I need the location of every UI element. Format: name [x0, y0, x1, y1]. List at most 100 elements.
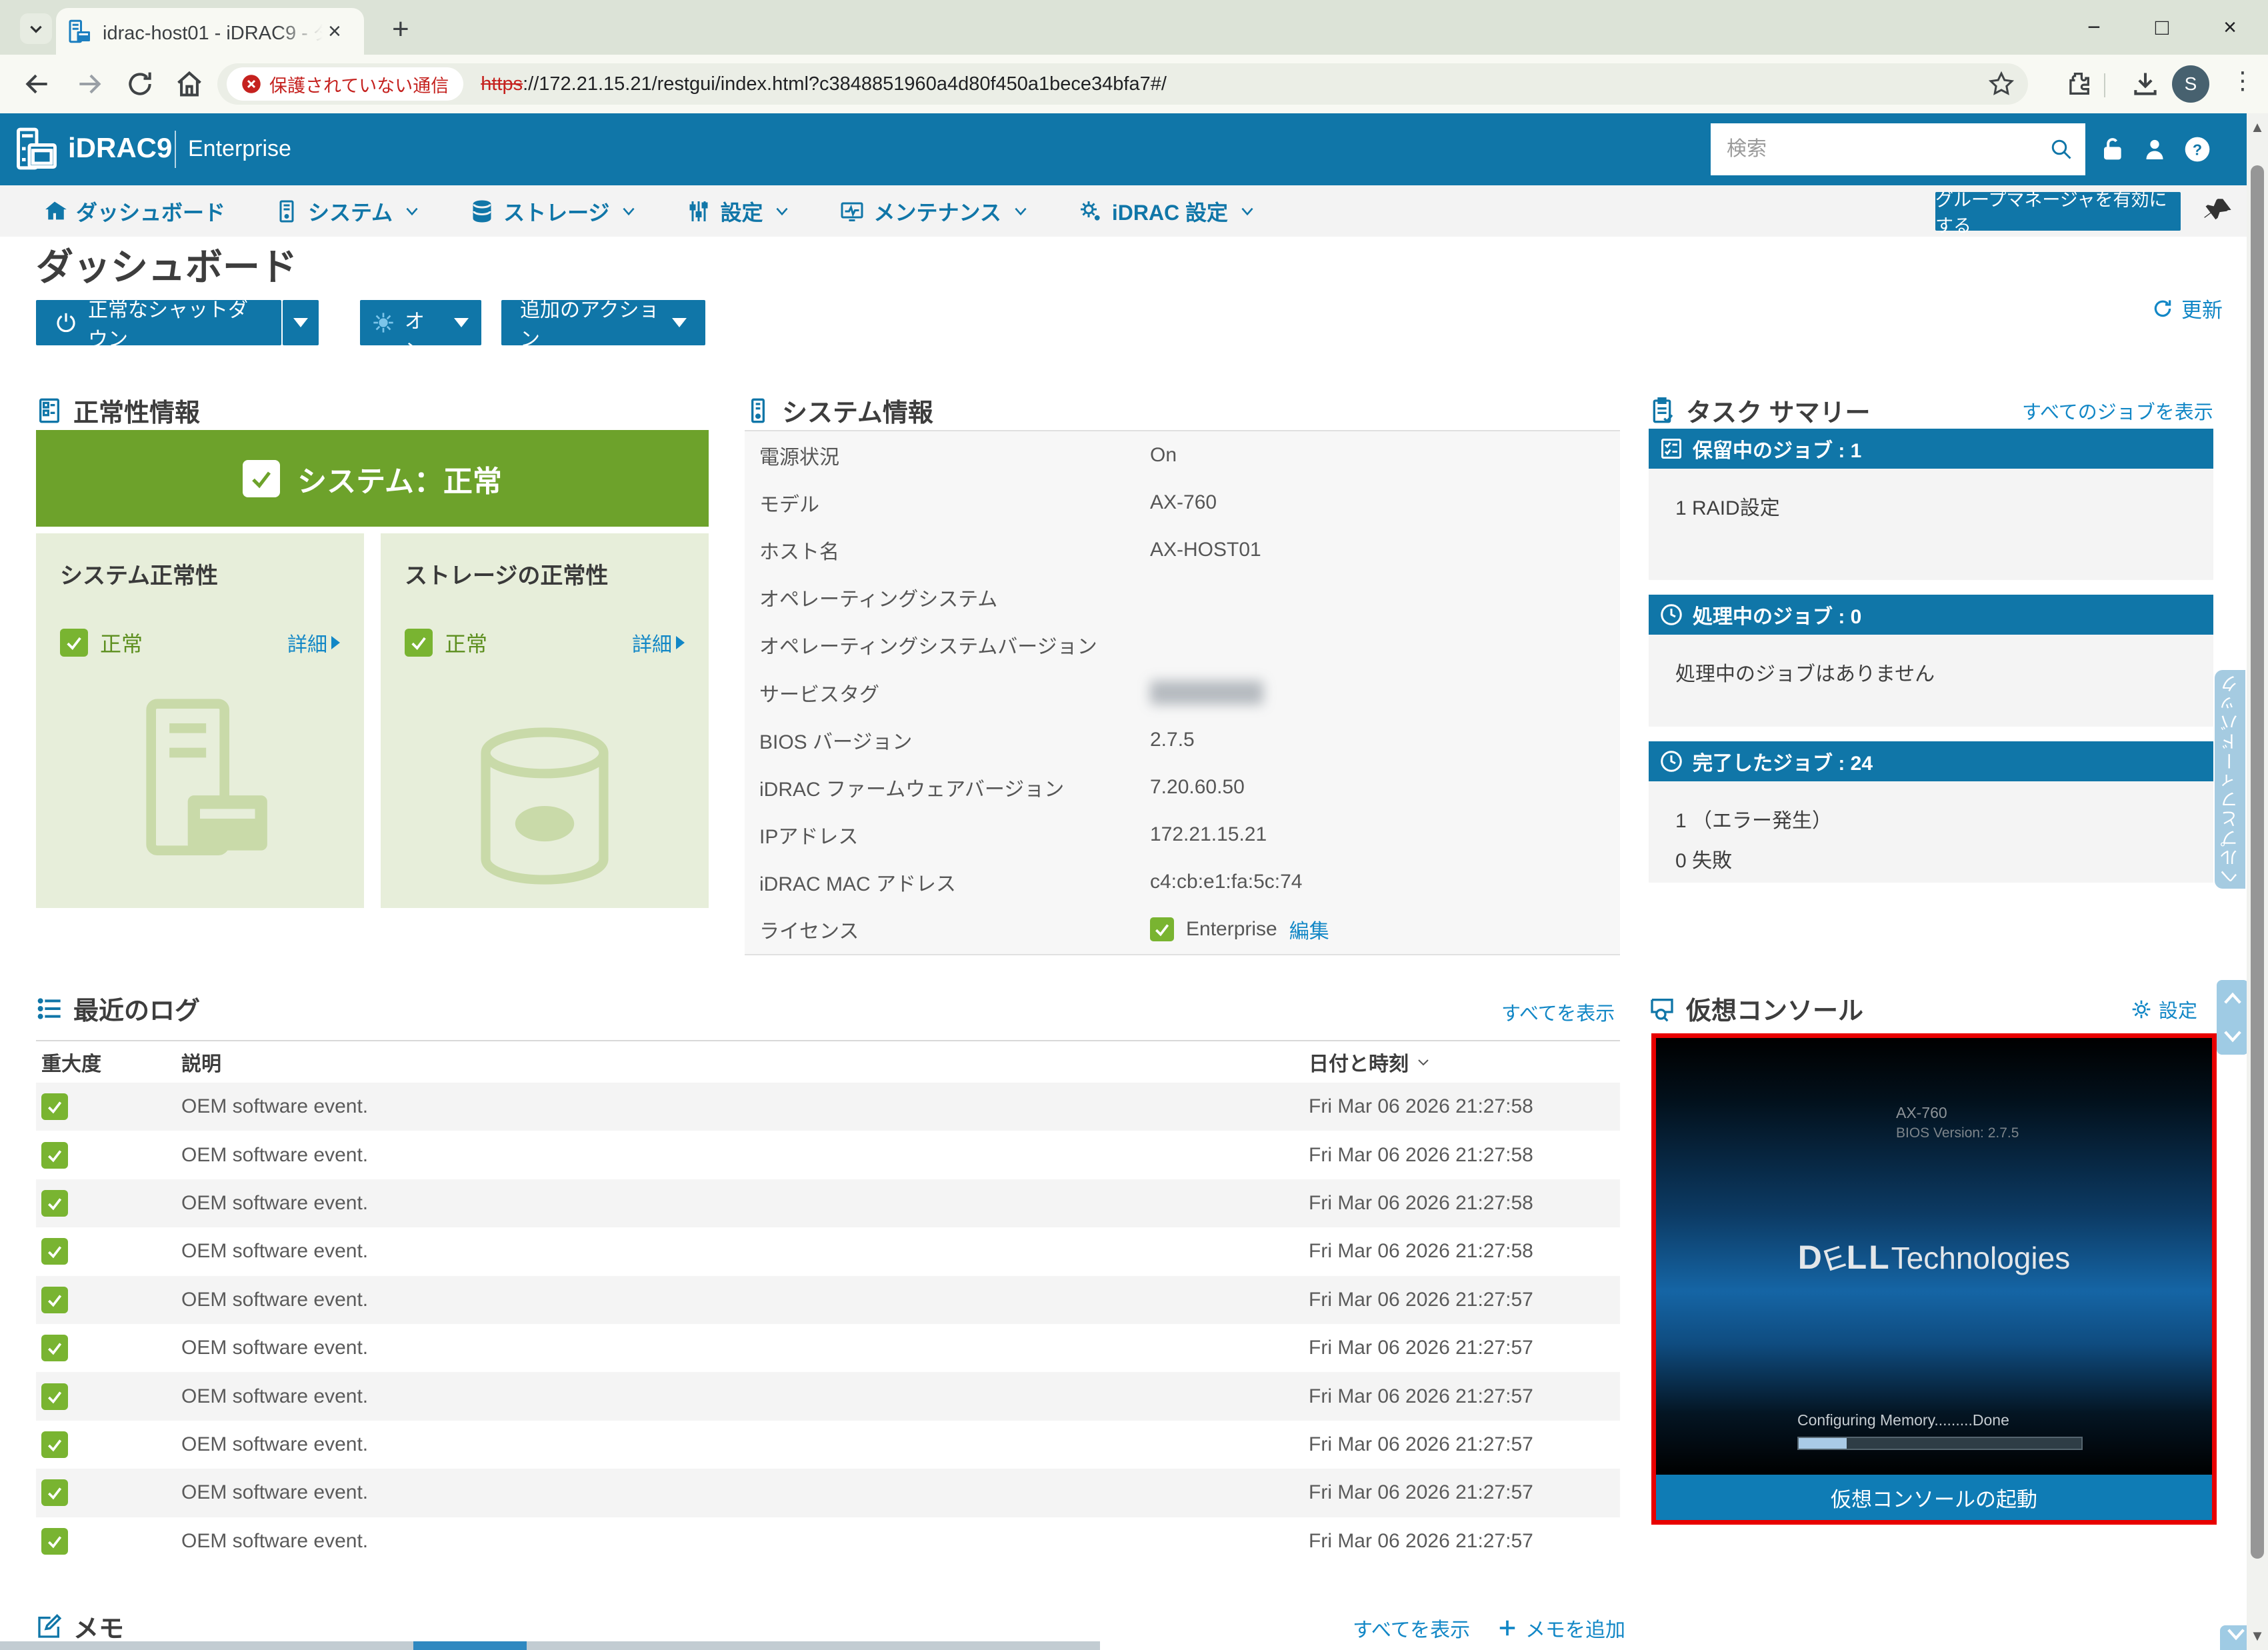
shutdown-dropdown-button[interactable] [283, 300, 319, 345]
info-value: c4:cb:e1:fa:5c:74 [1150, 871, 1303, 893]
browser-tab[interactable]: idrac-host01 - iDRAC9 - ダッシュ × [56, 8, 364, 55]
nav-item-system[interactable]: システム [275, 196, 421, 227]
search-input[interactable] [1711, 138, 2049, 161]
col-datetime[interactable]: 日付と時刻 [1309, 1047, 1620, 1077]
recent-logs-header: 最近のログ [36, 990, 200, 1027]
chevron-down-icon [1012, 203, 1029, 220]
log-row[interactable]: OEM software event.Fri Mar 06 2026 21:27… [36, 1421, 1620, 1469]
reload-icon[interactable] [125, 69, 155, 99]
log-row[interactable]: OEM software event.Fri Mar 06 2026 21:27… [36, 1372, 1620, 1420]
nav-item-idrac-settings[interactable]: iDRAC 設定 [1079, 196, 1256, 227]
log-description: OEM software event. [181, 1240, 1309, 1263]
ok-check-icon [41, 1093, 68, 1120]
task-group: 保留中のジョブ : 11 RAID設定 [1649, 429, 2213, 580]
browser-menu-kebab-icon[interactable]: ⋮ [2231, 67, 2255, 95]
chevron-up-icon [2223, 990, 2243, 1007]
system-info-header: システム情報 [745, 392, 933, 429]
back-icon[interactable] [23, 69, 52, 99]
help-feedback-tab[interactable]: ヘルプとフィードバック [2215, 670, 2245, 889]
add-note-link[interactable]: メモを追加 [1497, 1613, 1625, 1643]
ok-check-icon [41, 1479, 68, 1506]
view-all-jobs-link[interactable]: すべてのジョブを表示 [2022, 397, 2213, 425]
storage-health-details-link[interactable]: 詳細 [632, 628, 685, 657]
license-edit-link[interactable]: 編集 [1289, 915, 1329, 944]
log-row[interactable]: OEM software event.Fri Mar 06 2026 21:27… [36, 1276, 1620, 1324]
window-minimize-button[interactable]: − [2079, 15, 2109, 41]
log-datetime: Fri Mar 06 2026 21:27:58 [1309, 1144, 1620, 1167]
lock-open-icon[interactable] [2099, 136, 2125, 163]
info-label: iDRAC ファームウェアバージョン [745, 773, 1150, 802]
log-row[interactable]: OEM software event.Fri Mar 06 2026 21:27… [36, 1227, 1620, 1275]
scroll-updown-widget[interactable] [2217, 980, 2249, 1055]
forward-icon[interactable] [75, 69, 104, 99]
console-progress-text: Configuring Memory.........Done [1797, 1411, 2009, 1429]
power-icon [55, 311, 77, 334]
info-value: Enterprise編集 [1150, 915, 1329, 944]
horizontal-scrollbar-thumb[interactable] [413, 1641, 527, 1650]
task-group-header[interactable]: 処理中のジョブ : 0 [1649, 595, 2213, 635]
search-icon[interactable] [2049, 137, 2073, 161]
log-row[interactable]: OEM software event.Fri Mar 06 2026 21:27… [36, 1131, 1620, 1179]
browser-profile-avatar[interactable]: S [2172, 65, 2209, 103]
log-row[interactable]: OEM software event.Fri Mar 06 2026 21:27… [36, 1179, 1620, 1227]
new-tab-button[interactable]: + [392, 15, 409, 44]
window-maximize-button[interactable]: □ [2147, 15, 2177, 41]
log-row[interactable]: OEM software event.Fri Mar 06 2026 21:27… [36, 1324, 1620, 1372]
horizontal-scrollbar[interactable] [0, 1641, 1100, 1650]
launch-virtual-console-button[interactable]: 仮想コンソールの起動 [1656, 1475, 2212, 1520]
bookmark-star-icon[interactable] [1988, 71, 2015, 97]
chevron-down-icon [2223, 1027, 2243, 1045]
nav-item-maintenance[interactable]: メンテナンス [840, 196, 1029, 227]
status-text: 正常 [100, 627, 143, 658]
log-row[interactable]: OEM software event.Fri Mar 06 2026 21:27… [36, 1083, 1620, 1131]
tab-close-icon[interactable]: × [328, 20, 341, 43]
gear-icon [2131, 999, 2152, 1020]
scrollbar-down-arrow[interactable]: ▼ [2247, 1627, 2268, 1645]
scrollbar-up-arrow[interactable]: ▲ [2247, 119, 2268, 136]
refresh-icon [2152, 298, 2173, 319]
download-icon[interactable] [2131, 69, 2160, 99]
window-close-button[interactable]: × [2215, 15, 2245, 41]
address-bar[interactable]: 保護されていない通信 https://172.21.15.21/restgui/… [217, 63, 2028, 105]
storage-watermark-icon [468, 723, 621, 889]
chevron-down-icon [2226, 1625, 2246, 1643]
led-on-button[interactable]: LEDオン [360, 300, 481, 345]
view-all-notes-link[interactable]: すべてを表示 [1353, 1613, 1470, 1643]
extensions-puzzle-icon[interactable] [2064, 69, 2093, 99]
log-datetime: Fri Mar 06 2026 21:27:57 [1309, 1433, 1620, 1456]
enable-group-manager-button[interactable]: グループマネージャを有効にする [1935, 192, 2181, 231]
log-row[interactable]: OEM software event.Fri Mar 06 2026 21:27… [36, 1469, 1620, 1517]
user-icon[interactable] [2141, 136, 2168, 163]
nav-item-storage[interactable]: ストレージ [470, 196, 637, 227]
vertical-scrollbar[interactable]: ▲ ▼ [2247, 113, 2268, 1650]
checklist-icon [1659, 437, 1683, 461]
task-group-header[interactable]: 完了したジョブ : 24 [1649, 741, 2213, 781]
virtual-console-preview[interactable]: AX-760 BIOS Version: 2.7.5 DELLTechnolog… [1651, 1033, 2217, 1525]
log-description: OEM software event. [181, 1337, 1309, 1359]
log-table-head: 重大度 説明 日付と時刻 [36, 1041, 1620, 1083]
scrollbar-thumb[interactable] [2251, 165, 2264, 1559]
system-info-row: オペレーティングシステムバージョン [745, 621, 1620, 669]
nav-item-settings[interactable]: 設定 [687, 196, 791, 227]
home-icon[interactable] [175, 69, 204, 99]
console-settings-link[interactable]: 設定 [2131, 995, 2197, 1023]
tab-search-chevron-icon[interactable] [20, 13, 52, 44]
info-value: AX-760 [1150, 491, 1217, 514]
info-value [1150, 681, 1263, 705]
pin-icon[interactable] [2204, 196, 2233, 225]
task-group-header[interactable]: 保留中のジョブ : 1 [1649, 429, 2213, 469]
graceful-shutdown-button[interactable]: 正常なシャットダウン [36, 300, 281, 345]
more-actions-button[interactable]: 追加のアクション [501, 300, 705, 345]
log-datetime: Fri Mar 06 2026 21:27:57 [1309, 1481, 1620, 1504]
system-info-row: iDRAC ファームウェアバージョン7.20.60.50 [745, 763, 1620, 811]
view-all-logs-link[interactable]: すべてを表示 [1501, 998, 1615, 1026]
system-health-details-link[interactable]: 詳細 [287, 628, 340, 657]
task-summary-header: タスク サマリー [1649, 392, 1871, 429]
log-datetime: Fri Mar 06 2026 21:27:58 [1309, 1240, 1620, 1263]
log-row[interactable]: OEM software event.Fri Mar 06 2026 21:27… [36, 1517, 1620, 1565]
nav-item-dashboard[interactable]: ダッシュボード [43, 196, 225, 227]
help-icon[interactable]: ? [2184, 136, 2211, 163]
log-datetime: Fri Mar 06 2026 21:27:58 [1309, 1192, 1620, 1215]
security-warning-badge[interactable]: 保護されていない通信 [227, 67, 463, 101]
refresh-link[interactable]: 更新 [2152, 293, 2223, 323]
